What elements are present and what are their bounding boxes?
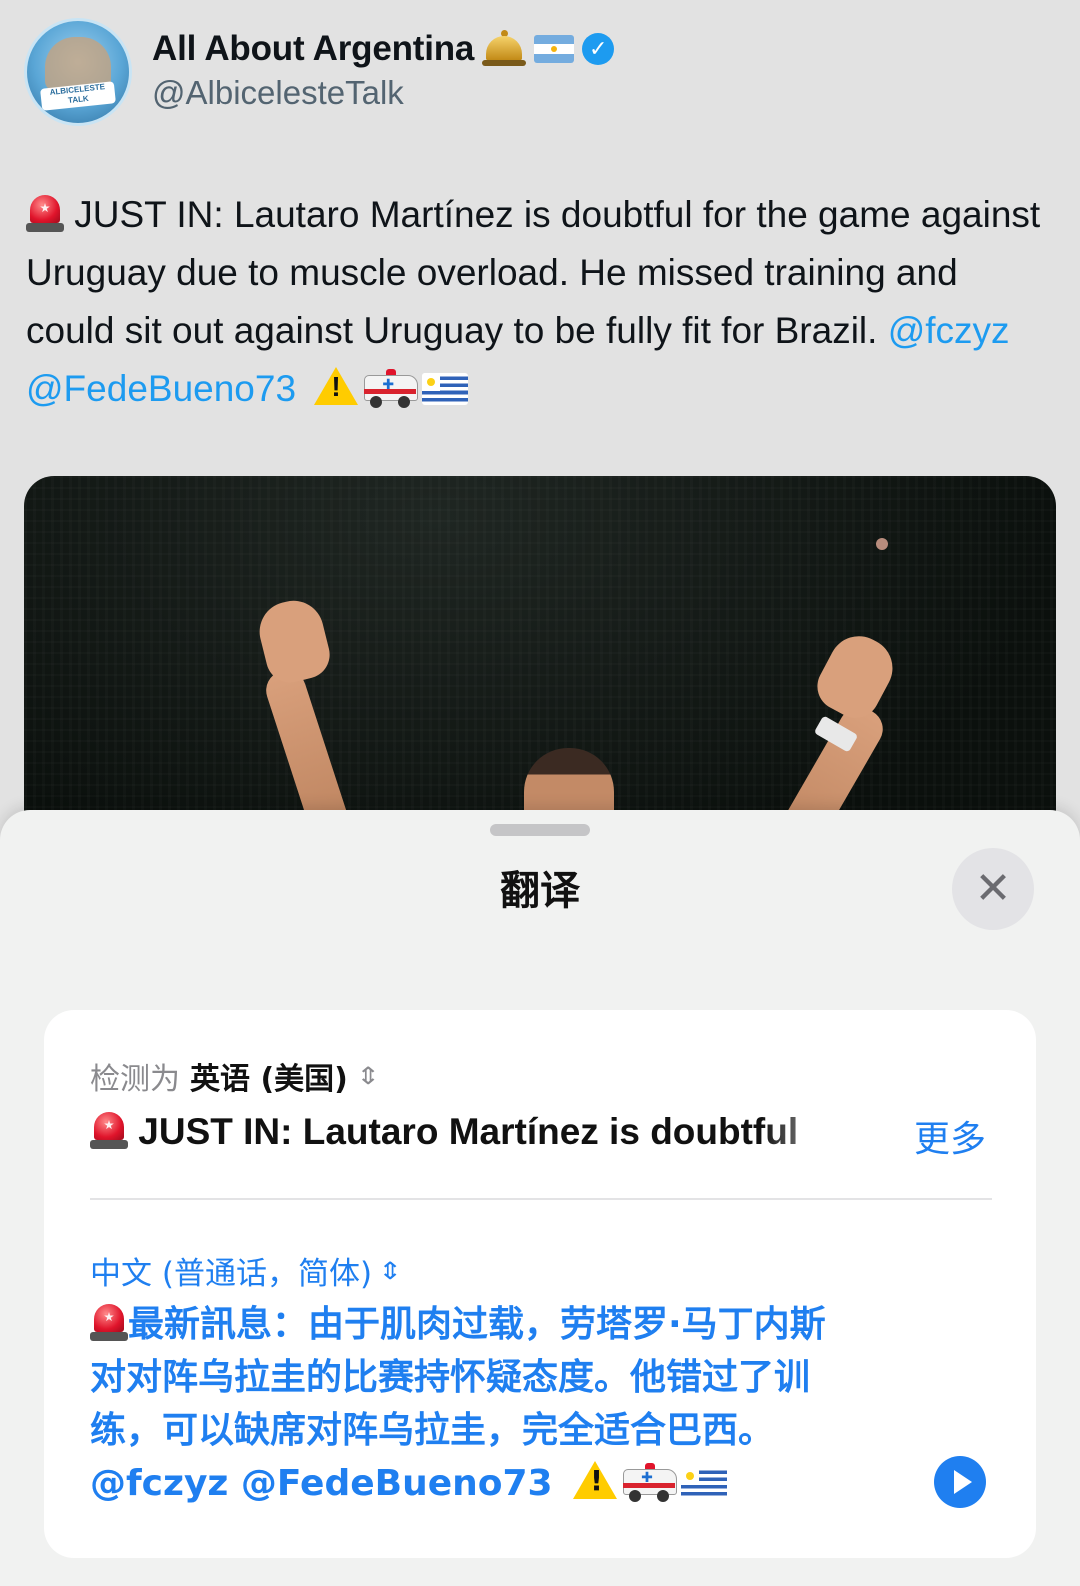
chevron-up-down-icon: ⇕ [355,1062,380,1090]
siren-icon [90,1302,128,1342]
translated-text-value: 最新訊息：由于肌肉过载，劳塔罗·马丁内斯对对阵乌拉圭的比赛持怀疑态度。他错过了训… [90,1304,826,1451]
user-handle[interactable]: @AlbicelesteTalk [152,74,404,112]
divider [90,1198,992,1200]
play-audio-button[interactable] [934,1456,986,1508]
detected-label: 检测为 [90,1062,180,1097]
bellhop-bell-icon [482,28,527,70]
ambulance-icon: ✚ [623,1463,678,1502]
warning-icon [573,1461,618,1499]
profile-avatar[interactable]: ALBICELESTE TALK [24,18,132,126]
close-icon: ✕ [974,863,1012,914]
source-text-value: JUST IN: Lautaro Martínez is doubtful [138,1111,799,1152]
ambulance-icon: ✚ [364,369,419,408]
close-button[interactable]: ✕ [952,848,1034,930]
source-text: JUST IN: Lautaro Martínez is doubtful [90,1108,870,1158]
mention-link[interactable]: @FedeBueno73 [26,368,296,409]
tweet: ALBICELESTE TALK All About Argentina ✓ @… [0,0,1080,896]
target-language-selector[interactable]: 中文 (普通话，简体) ⇕ [90,1248,403,1293]
warning-icon [314,367,359,405]
name-row: All About Argentina ✓ [152,28,615,70]
siren-icon [26,193,64,233]
verified-badge-icon: ✓ [582,33,615,65]
sheet-title: 翻译 [500,868,580,914]
uruguay-flag-icon [422,373,469,405]
siren-icon [90,1110,128,1150]
source-language: 英语 (美国) [190,1062,348,1097]
translation-card: 检测为 英语 (美国) ⇕ JUST IN: Lautaro Martínez … [44,1010,1036,1558]
uruguay-flag-icon [681,1467,728,1499]
target-language: 中文 (普通话，简体) [90,1256,373,1292]
sheet-grabber[interactable] [490,824,590,836]
display-name[interactable]: All About Argentina [152,29,474,69]
translated-text: 最新訊息：由于肌肉过载，劳塔罗·马丁内斯对对阵乌拉圭的比赛持怀疑态度。他错过了训… [90,1298,850,1510]
translated-mentions[interactable]: @fczyz @FedeBueno73 [90,1463,553,1504]
more-button[interactable]: 更多 [914,1110,986,1162]
tweet-body: JUST IN: Lautaro Martínez is doubtful fo… [26,186,1056,418]
mention-link[interactable]: @fczyz [888,310,1010,351]
translate-sheet: 翻译 ✕ 检测为 英语 (美国) ⇕ JUST IN: Lautaro Mart… [0,810,1080,1586]
source-language-selector[interactable]: 检测为 英语 (美国) ⇕ [90,1054,380,1098]
argentina-flag-icon [534,35,575,63]
chevron-up-down-icon: ⇕ [378,1256,403,1285]
